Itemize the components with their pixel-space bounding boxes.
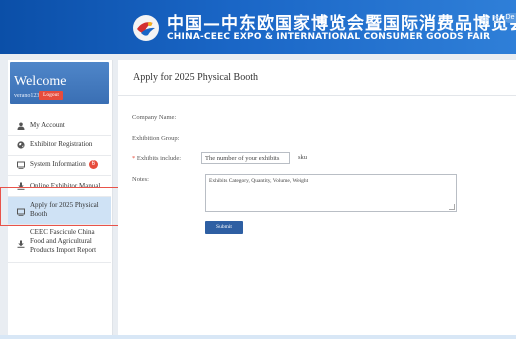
exhibits-label-text: Exhibits include: [136, 155, 182, 162]
header-banner: 中国—中东欧国家博览会暨国际消费品博览会 CHINA-CEEC EXPO & I… [0, 0, 516, 54]
submit-button[interactable]: Submit [205, 221, 243, 234]
username: verano123 [14, 93, 40, 99]
download-icon [17, 240, 25, 248]
company-name-label: Company Name: [132, 114, 177, 121]
notes-textarea[interactable]: Exhibits Category, Quantity, Volume, Wei… [205, 174, 457, 212]
sidebar-item-ceec-import-report[interactable]: CEEC Fascicule China Food and Agricultur… [8, 225, 111, 263]
divider [118, 95, 516, 96]
notes-placeholder: Exhibits Category, Quantity, Volume, Wei… [209, 178, 309, 184]
notes-label: Notes: [132, 176, 149, 183]
sidebar-item-apply-physical-booth[interactable]: Apply for 2025 Physical Booth [8, 197, 111, 225]
sidebar-item-label-text: System Information [30, 160, 86, 169]
exhibits-label: * Exhibits include: [132, 155, 181, 162]
main-panel: Apply for 2025 Physical Booth Company Na… [118, 60, 516, 335]
sidebar-item-label: My Account [30, 121, 65, 129]
sidebar: Welcome verano123 Logout My Account Exhi… [8, 60, 113, 339]
page-title: Apply for 2025 Physical Booth [133, 72, 258, 83]
welcome-title: Welcome [14, 74, 67, 89]
expo-logo-icon [133, 15, 159, 41]
sidebar-item-online-exhibitor-manual[interactable]: Online Exhibitor Manual [8, 176, 111, 197]
globe-icon [17, 141, 25, 149]
header-title-en: CHINA-CEEC EXPO & INTERNATIONAL CONSUMER… [167, 32, 491, 42]
exhibition-group-label: Exhibition Group: [132, 135, 180, 142]
welcome-panel: Welcome verano123 Logout [10, 62, 109, 104]
user-icon [17, 122, 25, 130]
lang-switch-en[interactable]: 英 [493, 15, 500, 25]
required-mark: * [132, 155, 136, 162]
sidebar-item-label: System Information 6 [30, 160, 98, 169]
download-icon [17, 182, 25, 190]
exhibits-unit: sku [298, 154, 308, 161]
sidebar-item-exhibitor-registration[interactable]: Exhibitor Registration [8, 136, 111, 156]
lang-switch-cn[interactable]: 中 [482, 15, 489, 25]
notification-badge: 6 [88, 160, 98, 169]
sidebar-item-system-information[interactable]: System Information 6 [8, 156, 111, 176]
exhibits-count-input[interactable]: The number of your exhibits [201, 152, 290, 164]
sidebar-item-label: CEEC Fascicule China Food and Agricultur… [30, 228, 97, 254]
logout-button[interactable]: Logout [39, 91, 63, 100]
lang-switch-de[interactable]: De [504, 13, 516, 23]
sidebar-item-label: Apply for 2025 Physical Booth [30, 201, 99, 218]
bottom-strip [0, 335, 516, 339]
resize-handle-icon[interactable] [449, 204, 455, 210]
sidebar-item-my-account[interactable]: My Account [8, 116, 111, 136]
header-title-cn: 中国—中东欧国家博览会暨国际消费品博览会 [167, 14, 516, 34]
sidebar-item-label: Online Exhibitor Manual [30, 182, 101, 190]
monitor-icon [17, 161, 25, 169]
sidebar-item-label: Exhibitor Registration [30, 140, 93, 148]
monitor-icon [17, 208, 25, 216]
